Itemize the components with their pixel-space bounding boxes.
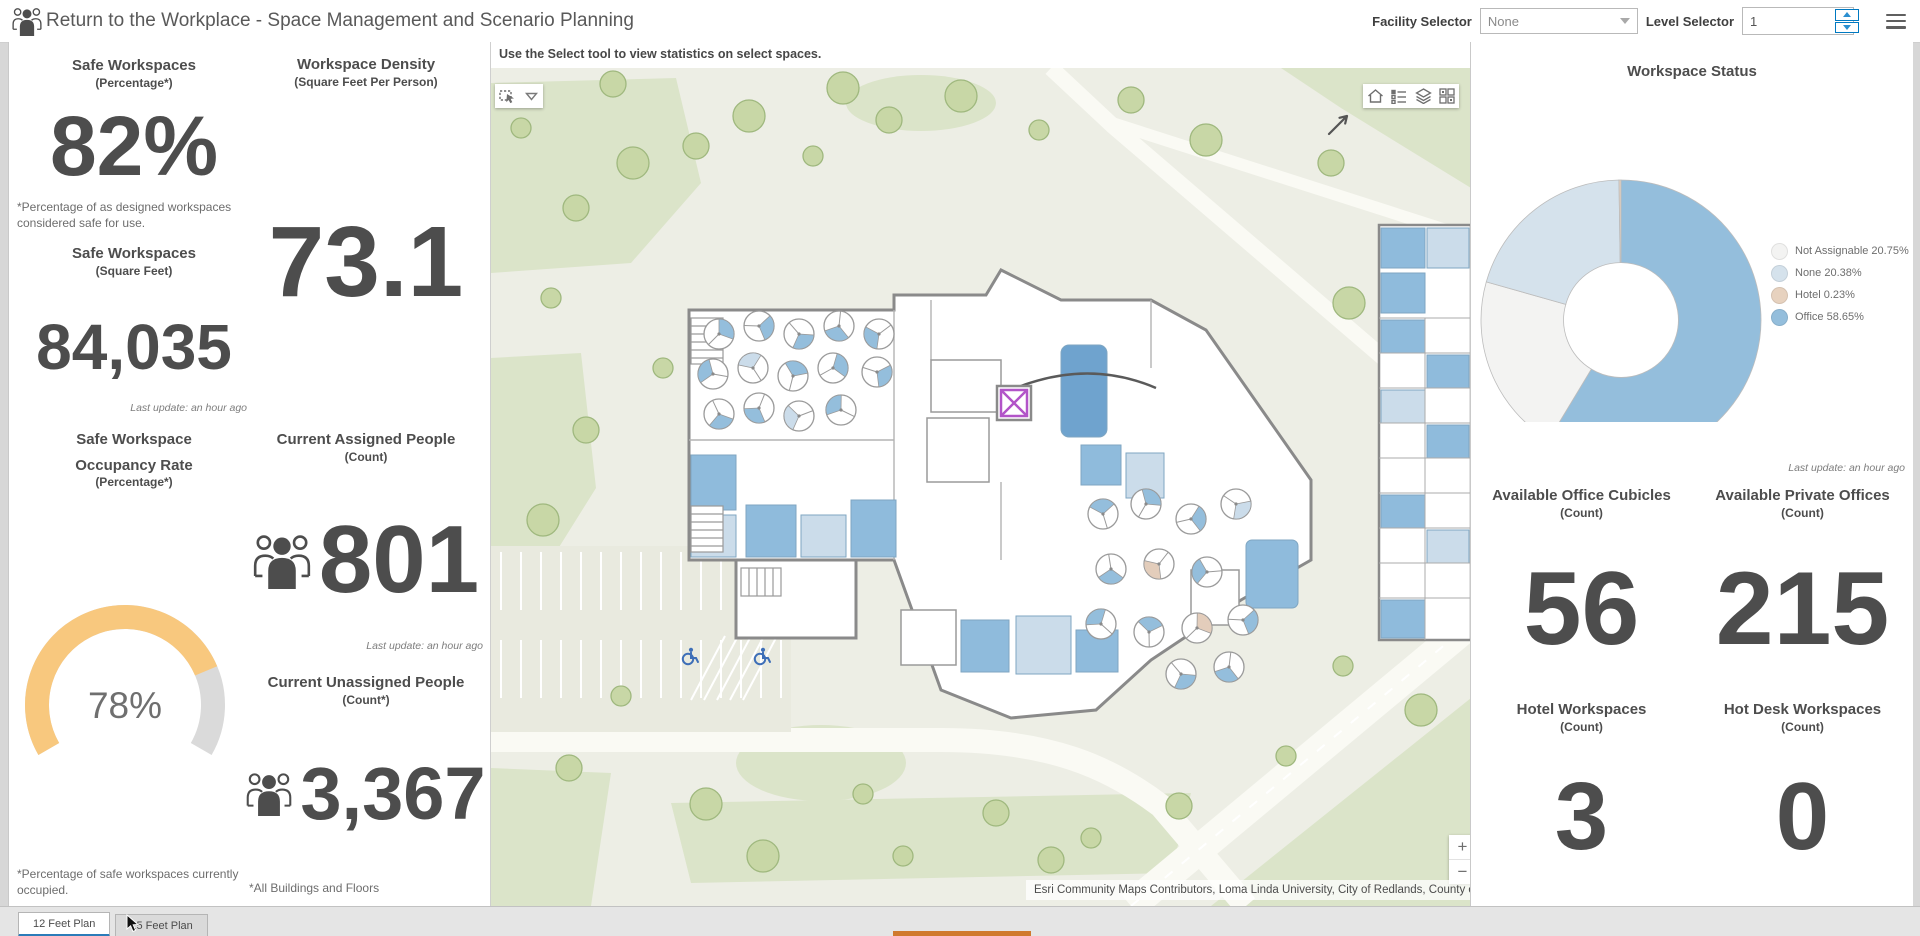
chart-legend: Not Assignable 20.75% None 20.38% Hotel 0.… [1771, 240, 1909, 328]
kpi-title: Workspace Density [241, 55, 491, 75]
zoom-in-button[interactable]: + [1449, 835, 1471, 860]
legend-swatch [1771, 243, 1788, 260]
kpi-subtitle: (Count) [1471, 720, 1692, 736]
legend-swatch [1771, 265, 1788, 282]
legend-label: Not Assignable 20.75% [1795, 245, 1909, 257]
kpi-subtitle: (Count) [241, 450, 491, 466]
legend-swatch [1771, 309, 1788, 326]
level-increment-button[interactable] [1835, 9, 1859, 21]
kpi-title: Available Private Offices [1692, 486, 1913, 506]
level-decrement-button[interactable] [1835, 22, 1859, 34]
basemap [491, 68, 1471, 906]
level-selector-input[interactable] [1742, 7, 1854, 35]
level-selector-label: Level Selector [1646, 14, 1734, 29]
legend-label: Hotel 0.23% [1795, 289, 1855, 301]
home-icon[interactable] [1363, 84, 1387, 108]
donut-slice-none [1486, 180, 1620, 304]
kpi-footnote: *Percentage of safe workspaces currently… [17, 866, 247, 898]
layers-icon[interactable] [1411, 84, 1435, 108]
kpi-subtitle: (Square Feet) [9, 264, 259, 280]
legend-icon[interactable] [1387, 84, 1411, 108]
legend-label: Office 58.65% [1795, 311, 1864, 323]
chevron-down-icon [1620, 18, 1630, 24]
last-update-text: Last update: an hour ago [241, 640, 483, 652]
kpi-value-private-offices: 215 [1692, 550, 1913, 669]
kpi-title: Available Office Cubicles [1471, 486, 1692, 506]
map-zoom-control: + − [1449, 835, 1471, 884]
kpi-subtitle: (Count*) [241, 693, 491, 709]
last-update-text: Last update: an hour ago [1471, 462, 1905, 474]
kpi-subtitle: (Count) [1692, 720, 1913, 736]
kpi-title: Safe Workspace [9, 430, 259, 450]
kpi-value-cubicles: 56 [1471, 550, 1692, 669]
legend-item: Not Assignable 20.75% [1771, 240, 1909, 262]
level-selector-value[interactable] [1743, 8, 1834, 34]
kpi-value-density: 73.1 [241, 205, 491, 320]
gauge-value: 78% [13, 685, 237, 727]
kpi-value-safe-sqft: 84,035 [9, 310, 259, 384]
dashboard-title: Return to the Workplace - Space Manageme… [46, 0, 634, 42]
legend-item: None 20.38% [1771, 262, 1909, 284]
bottom-edge-artifact [893, 931, 1031, 936]
map-canvas[interactable]: + − Esri Community Maps Contributors, Lo… [491, 68, 1471, 906]
select-dropdown-button[interactable] [519, 84, 543, 108]
mouse-cursor [126, 914, 140, 934]
kpi-subtitle: (Percentage*) [9, 76, 259, 92]
legend-label: None 20.38% [1795, 267, 1862, 279]
map-hint-text: Use the Select tool to view statistics o… [491, 42, 1471, 68]
workplace-people-icon [12, 6, 42, 36]
kpi-title: Safe Workspaces [9, 244, 259, 264]
select-toolbar [495, 84, 543, 108]
people-icon [246, 768, 292, 818]
kpi-value-safe-pct: 82% [9, 98, 259, 195]
kpi-right-panel: Workspace Status Not Assignable 20.75%No… [1470, 42, 1913, 906]
people-icon [253, 529, 311, 591]
tab-12-feet-plan[interactable]: 12 Feet Plan [18, 912, 110, 936]
kpi-title: Hot Desk Workspaces [1692, 700, 1913, 720]
last-update-text: Last update: an hour ago [9, 402, 247, 414]
kpi-subtitle: (Count) [1471, 506, 1692, 522]
kpi-value-hotel: 3 [1471, 762, 1692, 872]
legend-swatch [1771, 287, 1788, 304]
kpi-value-hotdesk: 0 [1692, 762, 1913, 872]
arrow-up-icon [1843, 12, 1851, 17]
map-tools-toolbar [1363, 84, 1459, 108]
facility-selector-dropdown[interactable]: None [1480, 8, 1638, 34]
kpi-left-panel: Safe Workspaces (Percentage*) 82% *Perce… [8, 42, 491, 906]
kpi-value-unassigned: 3,367 [300, 751, 485, 836]
kpi-subtitle: (Percentage*) [9, 475, 259, 491]
kpi-title: Safe Workspaces [9, 56, 259, 76]
select-tool-button[interactable] [495, 84, 519, 108]
kpi-title: Hotel Workspaces [1471, 700, 1692, 720]
kpi-title: Current Unassigned People [241, 673, 491, 693]
map-section: Use the Select tool to view statistics o… [490, 42, 1471, 906]
kpi-footnote: *Percentage of as designed workspaces co… [17, 199, 242, 231]
kpi-title: Occupancy Rate [9, 456, 259, 476]
menu-icon[interactable] [1886, 14, 1906, 29]
kpi-footnote: *All Buildings and Floors [249, 880, 479, 896]
arrow-down-icon [1843, 25, 1851, 30]
kpi-value-assigned: 801 [319, 505, 479, 615]
secondary-building [1379, 225, 1471, 640]
kpi-subtitle: (Count) [1692, 506, 1913, 522]
basemap-icon[interactable] [1435, 84, 1459, 108]
legend-item: Office 58.65% [1771, 306, 1909, 328]
map-attribution: Esri Community Maps Contributors, Loma L… [1026, 880, 1471, 900]
kpi-subtitle: (Square Feet Per Person) [241, 75, 491, 91]
header-bar: Return to the Workplace - Space Manageme… [0, 0, 1920, 43]
dashboard-app: Return to the Workplace - Space Manageme… [0, 0, 1920, 936]
kpi-title: Current Assigned People [241, 430, 491, 450]
legend-item: Hotel 0.23% [1771, 284, 1909, 306]
facility-selector-label: Facility Selector [1372, 14, 1472, 29]
occupancy-gauge: 78% [13, 593, 237, 817]
facility-selector-value: None [1488, 14, 1519, 29]
chart-title: Workspace Status [1471, 62, 1913, 82]
